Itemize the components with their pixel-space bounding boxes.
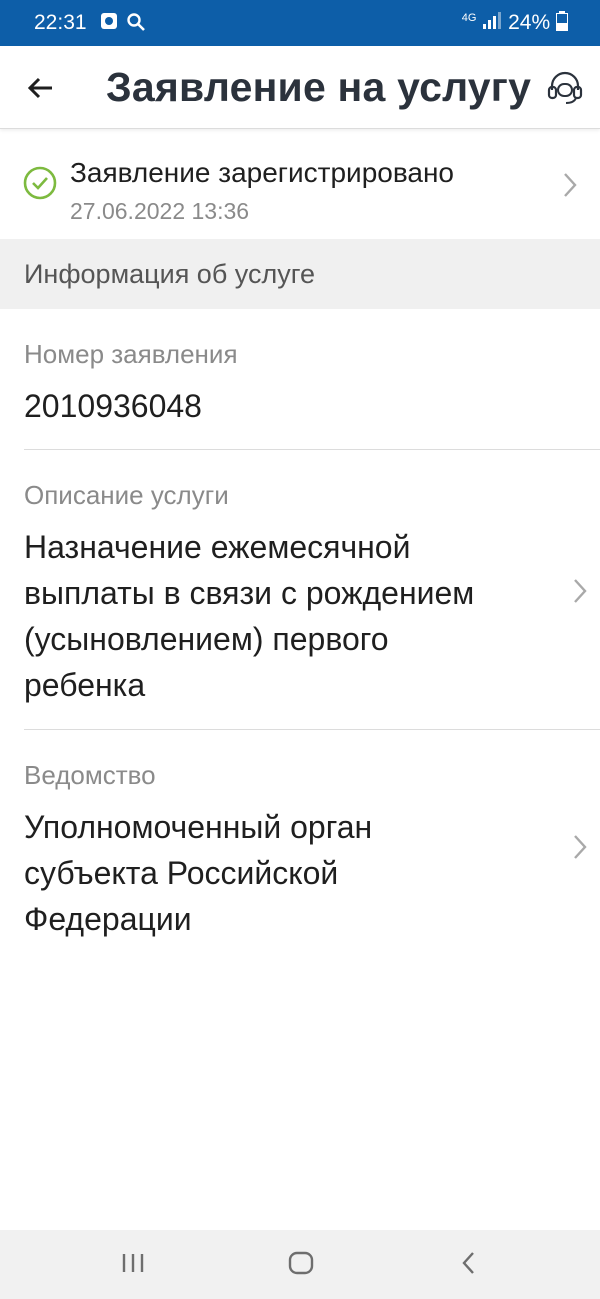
value-line: выплаты в связи с рождением <box>24 575 475 611</box>
field-label: Ведомство <box>24 760 156 790</box>
value-line: Назначение ежемесячной <box>24 529 411 565</box>
field-label: Описание услуги <box>24 480 229 510</box>
back-nav-icon[interactable] <box>458 1248 480 1278</box>
headset-icon[interactable] <box>546 68 584 106</box>
field-label: Номер заявления <box>24 339 238 369</box>
value-line: Федерации <box>24 901 192 937</box>
status-text: Заявление зарегистрировано <box>70 157 455 188</box>
chevron-right-icon <box>574 579 587 603</box>
search-icon <box>127 13 145 31</box>
battery-icon <box>556 11 568 31</box>
section-title: Информация об услуге <box>24 259 316 289</box>
arrow-left-icon[interactable] <box>22 68 62 108</box>
value-line: (усыновлением) первого <box>24 621 389 657</box>
field-department[interactable]: Ведомство Уполномоченный орган субъекта … <box>0 730 600 950</box>
status-date: 27.06.2022 13:36 <box>70 198 250 224</box>
network-type: 4G <box>461 12 477 24</box>
home-icon[interactable] <box>287 1248 315 1278</box>
value-line: Уполномоченный орган <box>24 809 373 845</box>
field-service-description[interactable]: Описание услуги Назначение ежемесячной в… <box>0 450 600 730</box>
field-value: 2010936048 <box>24 388 202 424</box>
notification-icon <box>101 13 117 29</box>
status-bar: 22:31 4G 24% <box>0 0 600 46</box>
check-circle-icon <box>23 166 57 200</box>
field-value: Назначение ежемесячной выплаты в связи с… <box>24 524 474 708</box>
field-value: Уполномоченный орган субъекта Российской… <box>24 804 372 942</box>
app-bar: Заявление на услугу <box>0 46 600 129</box>
value-line: субъекта Российской <box>24 855 339 891</box>
system-nav-bar <box>0 1230 600 1299</box>
chevron-right-icon <box>574 835 587 859</box>
section-header: Информация об услуге <box>0 239 600 309</box>
battery-percent: 24% <box>508 11 551 34</box>
recent-apps-icon[interactable] <box>120 1248 146 1278</box>
field-application-number: Номер заявления 2010936048 <box>0 309 600 450</box>
value-line: ребенка <box>24 667 146 703</box>
signal-icon <box>483 12 502 29</box>
status-time: 22:31 <box>34 11 87 34</box>
chevron-right-icon <box>564 173 577 197</box>
page-title: Заявление на услугу <box>106 64 532 110</box>
application-status-row[interactable]: Заявление зарегистрировано 27.06.2022 13… <box>0 129 600 239</box>
